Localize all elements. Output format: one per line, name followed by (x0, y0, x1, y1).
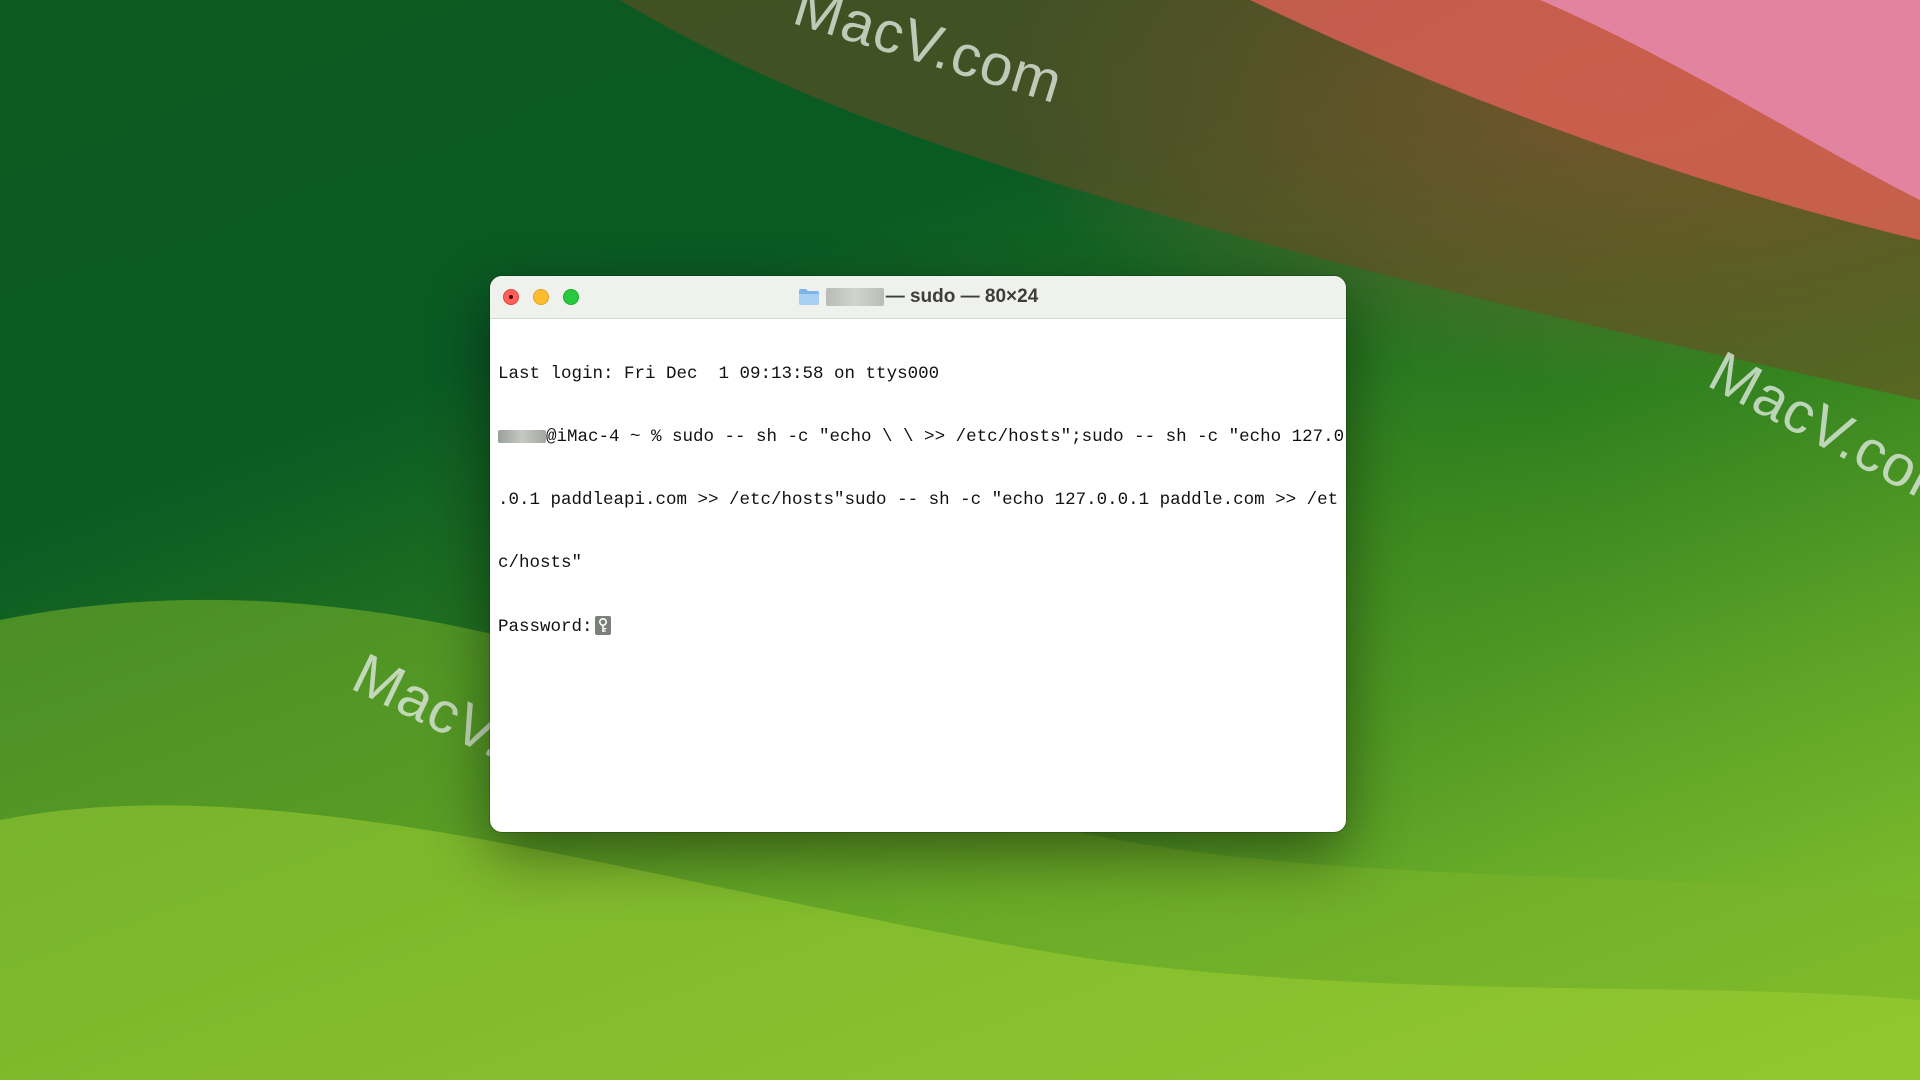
terminal-line: c/hosts" (498, 553, 583, 573)
terminal-window[interactable]: — sudo — 80×24 Last login: Fri Dec 1 09:… (490, 276, 1346, 832)
folder-icon (798, 288, 820, 306)
terminal-line: .0.1 paddleapi.com >> /etc/hosts"sudo --… (498, 490, 1339, 510)
terminal-prompt-line: Password: (498, 616, 1344, 637)
key-icon (594, 616, 611, 635)
terminal-output[interactable]: Last login: Fri Dec 1 09:13:58 on ttys00… (498, 322, 1344, 822)
redacted-username (825, 288, 884, 306)
password-prompt: Password: (498, 617, 593, 637)
window-title: — sudo — 80×24 (490, 276, 1346, 318)
terminal-line-text: @iMac-4 ~ % sudo -- sh -c "echo \ \ >> /… (546, 427, 1345, 447)
terminal-line: Last login: Fri Dec 1 09:13:58 on ttys00… (498, 364, 940, 384)
window-title-text: — sudo — 80×24 (885, 286, 1039, 307)
window-titlebar[interactable]: — sudo — 80×24 (490, 276, 1346, 319)
redacted-username (498, 429, 546, 443)
terminal-line: @iMac-4 ~ % sudo -- sh -c "echo \ \ >> /… (498, 427, 1344, 448)
